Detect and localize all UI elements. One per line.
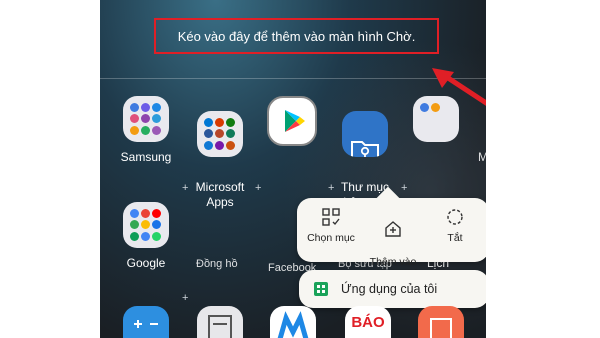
notes-icon[interactable] xyxy=(197,306,243,338)
add-home-icon xyxy=(361,220,425,240)
disable-option[interactable]: Tắt xyxy=(423,208,486,244)
google-folder-icon xyxy=(123,202,169,248)
hint-text: Kéo vào đây để thêm vào màn hình Chờ. xyxy=(177,28,416,44)
plus-marker: + xyxy=(182,182,189,194)
screen-recorder-icon[interactable] xyxy=(418,306,464,338)
app-label-microsoft: Microsoft Apps xyxy=(195,180,245,209)
samsung-folder-icon xyxy=(123,96,169,142)
partial-label-right: M xyxy=(478,150,486,164)
calculator-icon[interactable] xyxy=(123,306,169,338)
partial-label-clock: Đồng hồ xyxy=(196,258,238,270)
plus-marker: + xyxy=(401,182,408,194)
news-app-text: BÁO xyxy=(351,314,385,331)
play-store-icon xyxy=(267,96,317,146)
plus-marker: + xyxy=(328,182,335,194)
app-context-menu: Chọn mục Thêm vào m.hình Chờ Tắt xyxy=(297,198,486,280)
add-to-home-drop-zone[interactable]: Kéo vào đây để thêm vào màn hình Chờ. xyxy=(154,18,439,54)
my-apps-option[interactable]: Ứng dụng của tôi xyxy=(299,270,486,308)
plus-marker: + xyxy=(182,292,189,304)
my-apps-icon xyxy=(313,281,329,297)
select-grid-icon xyxy=(299,208,363,228)
secure-folder-icon xyxy=(342,111,388,157)
disable-icon xyxy=(423,208,486,228)
app-google-folder[interactable]: Google xyxy=(103,202,189,271)
select-items-option[interactable]: Chọn mục xyxy=(299,208,363,244)
phone-screen: Kéo vào đây để thêm vào màn hình Chờ. Sa… xyxy=(100,0,486,338)
red-arrow-indicator xyxy=(432,68,486,106)
news-app-icon[interactable]: BÁO xyxy=(345,306,391,338)
my-apps-label: Ứng dụng của tôi xyxy=(341,282,438,296)
disable-label: Tắt xyxy=(447,232,463,244)
maps-icon[interactable] xyxy=(270,306,316,338)
select-items-label: Chọn mục xyxy=(307,232,355,244)
plus-marker: + xyxy=(255,182,262,194)
app-label-google: Google xyxy=(126,256,166,270)
microsoft-folder-icon xyxy=(197,111,243,157)
